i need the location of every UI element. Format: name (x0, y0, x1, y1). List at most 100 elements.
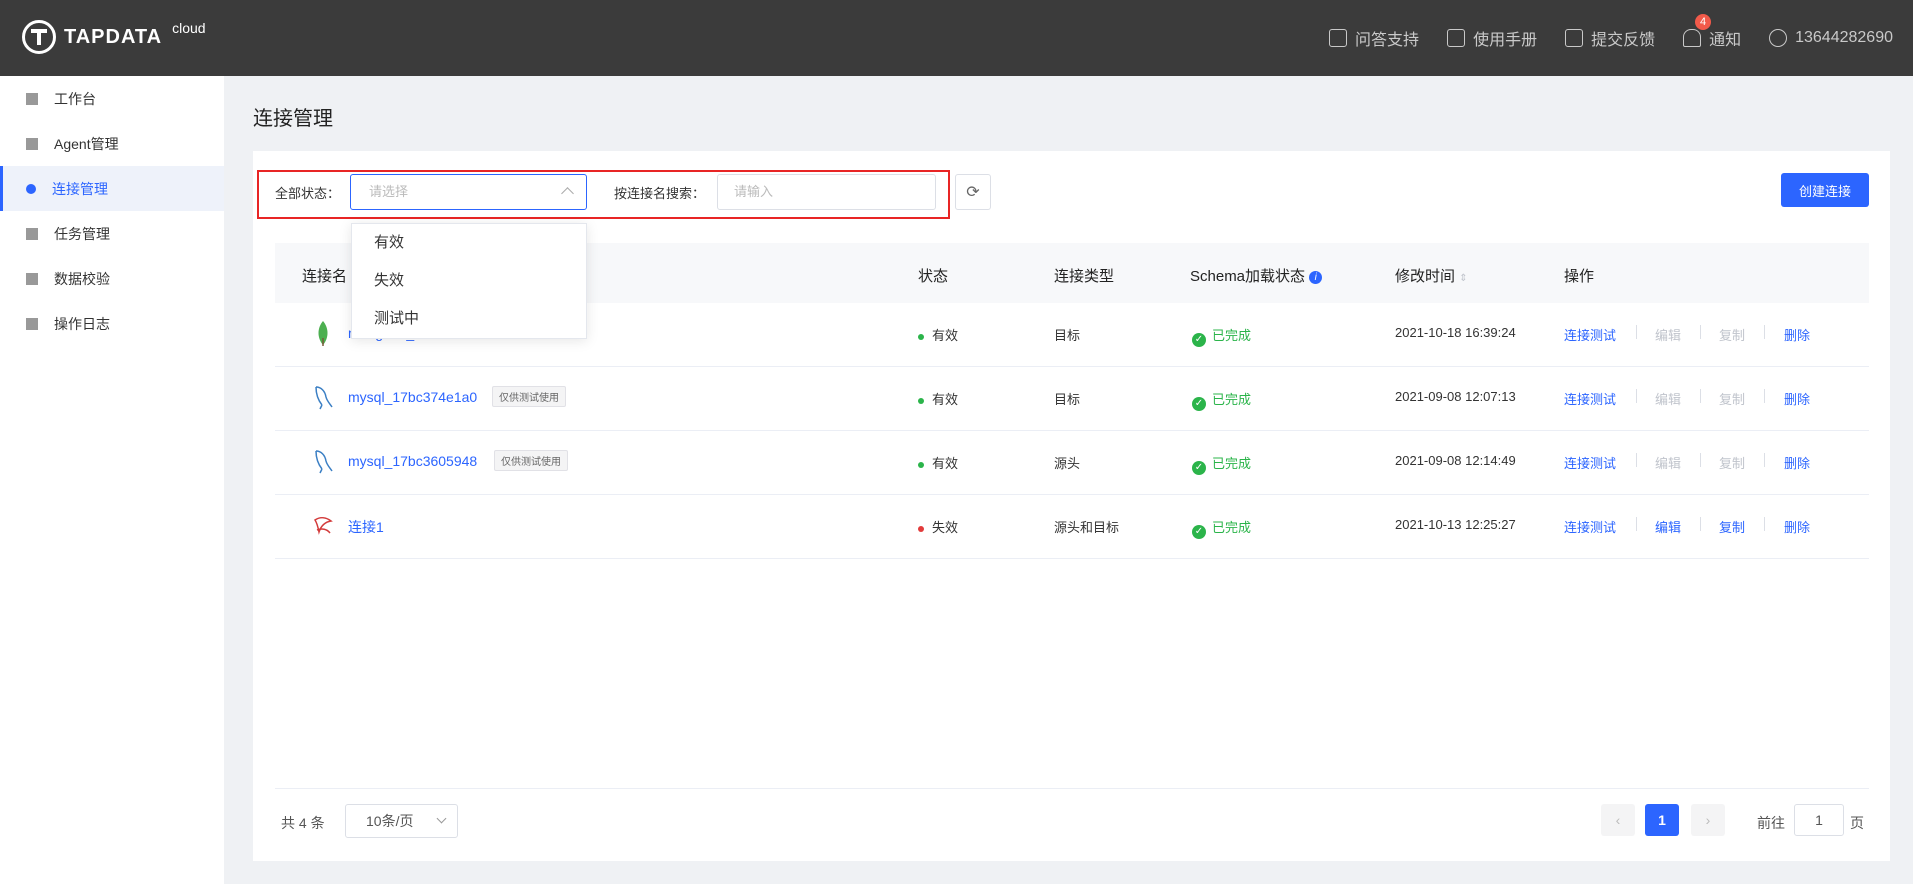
type-cell: 目标 (1054, 328, 1081, 343)
edit-link[interactable]: 编辑 (1655, 389, 1681, 408)
user-icon (1769, 29, 1788, 47)
dropdown-option-testing[interactable]: 测试中 (352, 300, 586, 338)
modified-cell: 2021-09-08 12:07:13 (1395, 389, 1516, 404)
sidebar-item-connections[interactable]: 连接管理 (0, 166, 224, 211)
delete-link[interactable]: 删除 (1784, 453, 1810, 472)
status-dot (918, 525, 924, 532)
delete-link[interactable]: 删除 (1784, 389, 1810, 408)
status-cell: 失效 (918, 517, 958, 536)
user-menu[interactable]: 13644282690 (1769, 29, 1893, 47)
schema-text: 已完成 (1212, 520, 1252, 535)
type-cell: 源头和目标 (1054, 520, 1120, 535)
sort-icon[interactable]: ⇕ (1459, 273, 1467, 284)
page-size-value: 10条/页 (366, 813, 414, 829)
table-row: mysql_17bc3605948 仅供测试使用 有效 源头 ✓ 已完成 2021… (275, 431, 1869, 495)
table-row: 连接1 失效 源头和目标 ✓ 已完成 2021-10-13 12:25:27 连接… (275, 495, 1869, 559)
mongodb-icon (318, 321, 328, 346)
edit-link[interactable]: 编辑 (1655, 453, 1681, 472)
feedback-link[interactable]: 提交反馈 (1565, 26, 1655, 50)
copy-link[interactable]: 复制 (1719, 389, 1745, 408)
connection-name-link[interactable]: mysql_17bc374e1a0 (348, 389, 477, 405)
test-connection-link[interactable]: 连接测试 (1564, 389, 1616, 408)
schema-cell: ✓ 已完成 (1192, 389, 1251, 411)
op-separator (1700, 389, 1701, 403)
chevron-down-icon (436, 813, 447, 824)
check-icon (26, 272, 38, 285)
op-separator (1700, 517, 1701, 531)
status-select[interactable]: 请选择 (350, 174, 587, 210)
check-circle-icon: ✓ (1192, 525, 1206, 539)
prev-page-button[interactable]: ‹ (1601, 804, 1635, 836)
op-separator (1700, 453, 1701, 467)
goto-label: 前往 (1757, 815, 1785, 831)
logo[interactable]: TAPDATA cloud (22, 20, 206, 54)
status-dropdown: 有效 失效 测试中 (351, 223, 587, 339)
sidebar-item-data-check[interactable]: 数据校验 (0, 256, 224, 301)
op-separator (1636, 325, 1637, 339)
delete-link[interactable]: 删除 (1784, 517, 1810, 536)
col-ops: 操作 (1564, 268, 1595, 285)
modified-cell: 2021-09-08 12:14:49 (1395, 453, 1516, 468)
copy-link[interactable]: 复制 (1719, 453, 1745, 472)
search-input[interactable]: 请输入 (717, 174, 936, 210)
schema-cell: ✓ 已完成 (1192, 517, 1251, 539)
status-text: 有效 (932, 328, 959, 343)
notification-label: 通知 (1709, 32, 1742, 49)
col-modified[interactable]: 修改时间 ⇕ (1395, 265, 1468, 286)
sidebar-item-label: 连接管理 (52, 180, 108, 197)
col-schema: Schema加载状态 i (1190, 265, 1323, 286)
sidebar-item-label: 任务管理 (54, 225, 110, 242)
col-status: 状态 (918, 268, 949, 285)
sqlserver-icon (313, 517, 333, 535)
task-icon (26, 227, 38, 240)
test-connection-link[interactable]: 连接测试 (1564, 453, 1616, 472)
status-dot (918, 333, 924, 340)
goto-page-input[interactable]: 1 (1794, 804, 1844, 836)
connection-name-link[interactable]: mysql_17bc3605948 (348, 453, 477, 469)
user-manual-link[interactable]: 使用手册 (1447, 26, 1537, 50)
modified-cell: 2021-10-18 16:39:24 (1395, 325, 1516, 340)
test-connection-link[interactable]: 连接测试 (1564, 325, 1616, 344)
op-separator (1764, 389, 1765, 403)
edit-link[interactable]: 编辑 (1655, 325, 1681, 344)
feedback-label: 提交反馈 (1591, 32, 1656, 49)
paper-plane-icon (1447, 29, 1466, 47)
op-separator (1636, 517, 1637, 531)
sidebar-item-logs[interactable]: 操作日志 (0, 301, 224, 346)
modified-cell: 2021-10-13 12:25:27 (1395, 517, 1516, 532)
op-separator (1636, 389, 1637, 403)
status-text: 有效 (932, 392, 959, 407)
page-1-button[interactable]: 1 (1645, 804, 1679, 836)
refresh-button[interactable]: ⟳ (955, 174, 991, 210)
copy-link[interactable]: 复制 (1719, 517, 1745, 536)
page-size-select[interactable]: 10条/页 (345, 804, 458, 838)
delete-link[interactable]: 删除 (1784, 325, 1810, 344)
status-select-placeholder: 请选择 (369, 184, 409, 199)
edit-link[interactable]: 编辑 (1655, 517, 1681, 536)
mysql-icon (315, 450, 333, 474)
dropdown-option-invalid[interactable]: 失效 (352, 262, 586, 300)
op-separator (1700, 325, 1701, 339)
type-cell: 目标 (1054, 392, 1081, 407)
feedback-icon (1565, 29, 1584, 47)
sidebar-item-workbench[interactable]: 工作台 (0, 76, 224, 121)
goto-suffix: 页 (1850, 815, 1864, 831)
logo-text: TAPDATA (64, 25, 163, 48)
search-placeholder: 请输入 (734, 184, 774, 199)
sidebar-item-agent[interactable]: Agent管理 (0, 121, 224, 166)
info-icon[interactable]: i (1309, 271, 1323, 284)
connection-name-link[interactable]: 连接1 (348, 517, 384, 537)
create-connection-button[interactable]: 创建连接 (1781, 173, 1869, 207)
sidebar-item-tasks[interactable]: 任务管理 (0, 211, 224, 256)
check-circle-icon: ✓ (1192, 333, 1206, 347)
notification-link[interactable]: 4 通知 (1683, 14, 1742, 50)
copy-link[interactable]: 复制 (1719, 325, 1745, 344)
test-connection-link[interactable]: 连接测试 (1564, 517, 1616, 536)
op-separator (1764, 453, 1765, 467)
next-page-button[interactable]: › (1691, 804, 1725, 836)
top-nav: 问答支持 使用手册 提交反馈 4 通知 13644282690 (1329, 0, 1893, 76)
dropdown-option-valid[interactable]: 有效 (352, 224, 586, 262)
connection-icon (26, 183, 36, 194)
col-type: 连接类型 (1054, 268, 1115, 285)
help-support-link[interactable]: 问答支持 (1329, 26, 1419, 50)
